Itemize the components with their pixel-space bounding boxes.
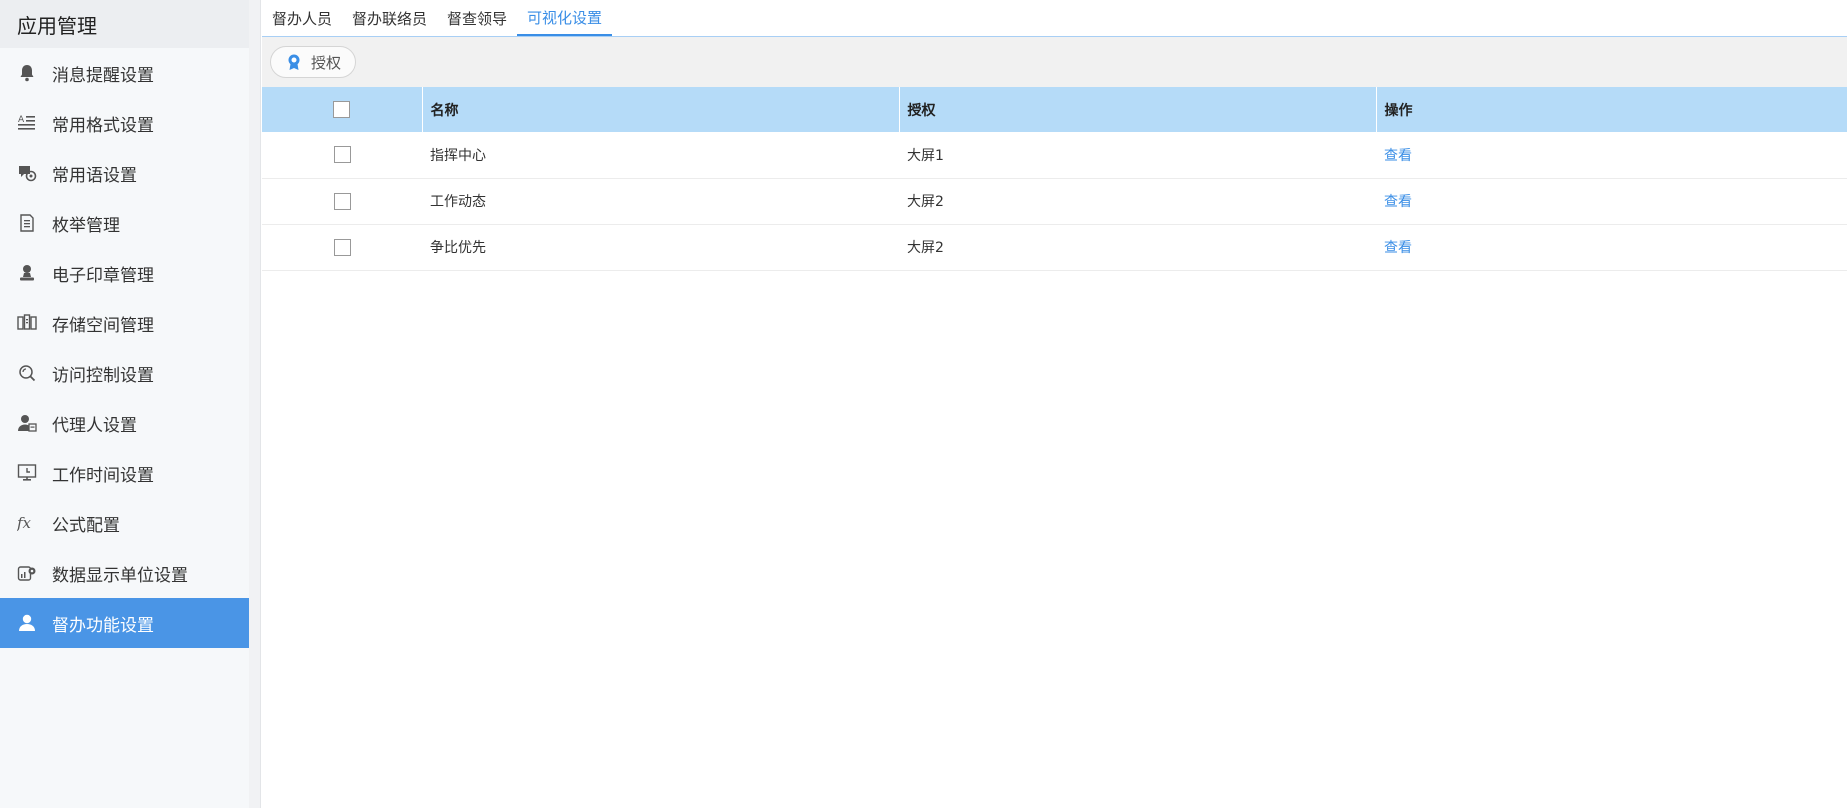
authorize-button[interactable]: 授权 — [270, 46, 357, 78]
sidebar-item-label: 常用格式设置 — [52, 115, 154, 136]
sidebar-item-label: 访问控制设置 — [52, 365, 154, 386]
select-all-cell — [262, 87, 422, 132]
sidebar-item-label: 数据显示单位设置 — [52, 565, 188, 586]
storage-icon — [16, 312, 38, 334]
sidebar-item-supervise-function[interactable]: 督办功能设置 — [0, 598, 249, 648]
cell-name: 争比优先 — [430, 240, 486, 256]
stamp-icon — [16, 262, 38, 284]
toolbar: 授权 — [262, 37, 1847, 87]
bell-icon — [16, 62, 38, 84]
formula-fx-icon: fx — [16, 512, 38, 534]
cell-action: 查看 — [1376, 132, 1847, 178]
tab-visualization-settings[interactable]: 可视化设置 — [517, 0, 613, 36]
cell-auth: 大屏2 — [907, 240, 944, 256]
table-row: 指挥中心 大屏1 查看 — [262, 132, 1847, 178]
sidebar-item-storage[interactable]: 存储空间管理 — [0, 298, 249, 348]
row-select-cell — [262, 132, 422, 178]
tab-supervisors[interactable]: 督办人员 — [262, 0, 342, 36]
column-header-name[interactable]: 名称 — [421, 87, 899, 132]
app-window: 应用管理 消息提醒设置 A 常用格式设置 常用语设置 枚举管理 电子印章管理 存… — [0, 0, 1847, 808]
row-checkbox[interactable] — [333, 192, 351, 210]
sidebar-nav: 消息提醒设置 A 常用格式设置 常用语设置 枚举管理 电子印章管理 存储空间管理… — [0, 48, 249, 648]
sidebar-item-label: 消息提醒设置 — [52, 65, 154, 86]
data-unit-gear-icon — [16, 562, 38, 584]
sidebar-item-data-unit[interactable]: 数据显示单位设置 — [0, 548, 249, 598]
sidebar-item-work-time[interactable]: 工作时间设置 — [0, 448, 249, 498]
table-header-row: 名称 授权 操作 — [262, 87, 1847, 132]
sidebar-item-label: 枚举管理 — [52, 215, 120, 236]
table-row: 争比优先 大屏2 查看 — [262, 224, 1847, 270]
sidebar-item-label: 工作时间设置 — [52, 465, 154, 486]
sidebar-item-label: 存储空间管理 — [52, 315, 154, 336]
row-checkbox[interactable] — [333, 146, 351, 164]
cell-name: 指挥中心 — [430, 147, 486, 164]
tab-bar: 督办人员 督办联络员 督查领导 可视化设置 — [262, 0, 1847, 37]
supervise-person-icon — [16, 612, 38, 634]
cell-auth: 大屏2 — [907, 194, 944, 210]
svg-text:fx: fx — [17, 514, 32, 532]
chat-bubble-icon — [16, 162, 38, 184]
row-checkbox[interactable] — [333, 238, 351, 256]
row-select-cell — [262, 224, 422, 270]
sidebar-item-formula[interactable]: fx 公式配置 — [0, 498, 249, 548]
sidebar-item-enum-management[interactable]: 枚举管理 — [0, 198, 249, 248]
sidebar: 应用管理 消息提醒设置 A 常用格式设置 常用语设置 枚举管理 电子印章管理 存… — [0, 0, 249, 808]
authorize-button-label: 授权 — [311, 53, 342, 72]
select-all-checkbox[interactable] — [333, 101, 351, 118]
tab-inspection-leaders[interactable]: 督查领导 — [437, 0, 517, 36]
sidebar-title: 应用管理 — [0, 0, 249, 48]
format-text-icon: A — [16, 112, 38, 134]
sidebar-item-common-phrases[interactable]: 常用语设置 — [0, 148, 249, 198]
main-content: 督办人员 督办联络员 督查领导 可视化设置 授权 名称 授权 操作 指挥中心 大… — [262, 0, 1847, 808]
cell-action: 查看 — [1376, 224, 1847, 270]
sidebar-item-label: 常用语设置 — [52, 165, 137, 186]
award-badge-icon — [285, 53, 303, 71]
sidebar-item-message-reminder[interactable]: 消息提醒设置 — [0, 48, 249, 98]
sidebar-item-common-format[interactable]: A 常用格式设置 — [0, 98, 249, 148]
table-row: 工作动态 大屏2 查看 — [262, 178, 1847, 224]
view-link[interactable]: 查看 — [1384, 240, 1412, 256]
sidebar-item-e-seal[interactable]: 电子印章管理 — [0, 248, 249, 298]
access-search-icon — [16, 362, 38, 384]
document-list-icon — [16, 212, 38, 234]
tab-supervise-liaisons[interactable]: 督办联络员 — [342, 0, 437, 36]
monitor-clock-icon — [16, 462, 38, 484]
sidebar-item-label: 督办功能设置 — [52, 615, 154, 636]
row-select-cell — [262, 178, 422, 224]
sidebar-item-access-control[interactable]: 访问控制设置 — [0, 348, 249, 398]
cell-action: 查看 — [1376, 178, 1847, 224]
svg-text:A: A — [18, 115, 25, 125]
column-header-auth[interactable]: 授权 — [898, 87, 1376, 132]
sidebar-item-label: 公式配置 — [52, 515, 120, 536]
view-link[interactable]: 查看 — [1384, 148, 1412, 164]
sidebar-item-agent[interactable]: 代理人设置 — [0, 398, 249, 448]
cell-auth: 大屏1 — [907, 147, 944, 164]
sidebar-gutter — [249, 0, 261, 808]
sidebar-item-label: 电子印章管理 — [52, 265, 154, 286]
sidebar-item-label: 代理人设置 — [52, 415, 137, 436]
column-header-action: 操作 — [1375, 87, 1847, 132]
visualization-table: 名称 授权 操作 指挥中心 大屏1 查看 工作动态 大屏2 查看 争比优先 大屏… — [262, 87, 1847, 271]
view-link[interactable]: 查看 — [1384, 194, 1412, 210]
agent-person-icon — [16, 412, 38, 434]
cell-name: 工作动态 — [430, 194, 486, 210]
